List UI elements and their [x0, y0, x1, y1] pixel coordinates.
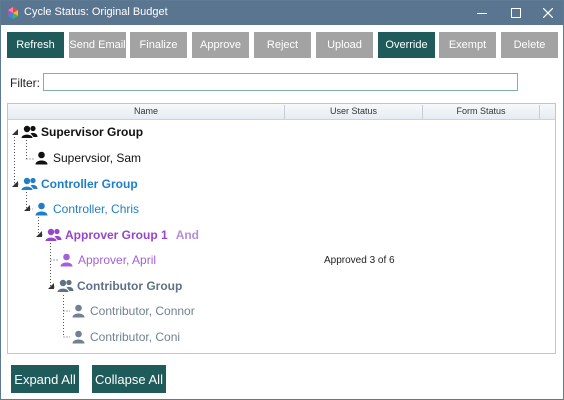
- tree-row-name: Contributor, Coni: [90, 330, 181, 344]
- tree-row-name: Supervisor Group: [41, 125, 144, 139]
- app-pinwheel-icon: [7, 7, 19, 19]
- send-email-button[interactable]: Send Email: [69, 32, 126, 58]
- upload-button[interactable]: Upload: [316, 32, 373, 58]
- minimize-button[interactable]: [465, 1, 499, 25]
- tree-row-name: Controller Group: [41, 177, 138, 191]
- tree-row-approver-april[interactable]: Approver, April: [58, 249, 156, 271]
- user-icon: [58, 253, 75, 267]
- tree-row-controller-group[interactable]: Controller Group: [21, 173, 138, 195]
- tree-row-name: Supervsior, Sam: [53, 151, 142, 165]
- approve-button[interactable]: Approve: [192, 32, 249, 58]
- window-title: Cycle Status: Original Budget: [24, 6, 168, 18]
- filter-label: Filter:: [10, 76, 40, 90]
- exempt-button[interactable]: Exempt: [439, 32, 496, 58]
- status-tree-grid: Name User Status Form Status Supervisor …: [7, 103, 556, 354]
- tree-row-name: Approver, April: [78, 253, 157, 267]
- finalize-button[interactable]: Finalize: [130, 32, 187, 58]
- tree-row-name: Approver Group 1: [65, 228, 168, 242]
- expanded-triangle-icon[interactable]: [11, 180, 19, 188]
- tree-row-supervisor-sam[interactable]: Supervsior, Sam: [33, 147, 141, 169]
- close-icon: [543, 8, 553, 18]
- tree-row-contributor-group[interactable]: Contributor Group: [57, 275, 182, 297]
- users-group-icon: [21, 177, 38, 191]
- cycle-status-window: Cycle Status: Original Budget Refresh Se…: [0, 0, 564, 400]
- maximize-button[interactable]: [499, 1, 533, 25]
- tree-row-name: Contributor, Connor: [90, 304, 195, 318]
- users-group-icon: [21, 125, 38, 139]
- reject-button[interactable]: Reject: [254, 32, 311, 58]
- expand-all-button[interactable]: Expand All: [11, 365, 79, 393]
- minimize-icon: [477, 13, 487, 14]
- expanded-triangle-icon[interactable]: [23, 204, 31, 212]
- user-icon: [33, 151, 50, 165]
- and-conjunction-label: And: [175, 228, 200, 242]
- users-group-icon: [45, 228, 62, 242]
- tree-row-name: Controller, Chris: [53, 202, 140, 216]
- expanded-triangle-icon[interactable]: [11, 128, 19, 136]
- user-status-cell: Approved 3 of 6: [324, 255, 395, 266]
- delete-button[interactable]: Delete: [501, 32, 558, 58]
- user-icon: [70, 330, 87, 344]
- filter-input[interactable]: [43, 73, 518, 91]
- refresh-button[interactable]: Refresh: [7, 32, 64, 58]
- title-bar: Cycle Status: Original Budget: [1, 1, 563, 25]
- tree-row-name: Contributor Group: [77, 279, 183, 293]
- user-icon: [33, 202, 50, 216]
- user-icon: [70, 304, 87, 318]
- tree-row-supervisor-group[interactable]: Supervisor Group: [21, 121, 143, 143]
- collapse-all-button[interactable]: Collapse All: [92, 365, 166, 393]
- close-button[interactable]: [531, 1, 564, 25]
- override-button[interactable]: Override: [378, 32, 435, 58]
- expanded-triangle-icon[interactable]: [35, 230, 43, 238]
- tree-row-controller-chris[interactable]: Controller, Chris: [33, 198, 139, 220]
- expanded-triangle-icon[interactable]: [47, 282, 55, 290]
- maximize-icon: [511, 8, 521, 18]
- tree-row-contributor-connor[interactable]: Contributor, Connor: [70, 300, 195, 322]
- tree-row-contributor-coni[interactable]: Contributor, Coni: [70, 326, 180, 348]
- tree-row-approver-group-1[interactable]: Approver Group 1 And: [45, 224, 199, 246]
- users-group-icon: [57, 279, 74, 293]
